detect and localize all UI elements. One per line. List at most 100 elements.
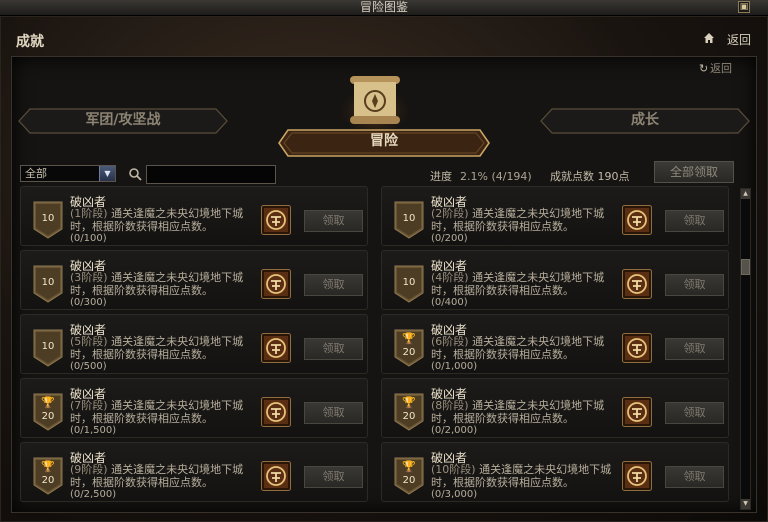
tab-adventure-label: 冒险: [370, 133, 398, 149]
achievement-stage: (8阶段): [431, 399, 469, 412]
claim-button[interactable]: 领取: [304, 338, 363, 360]
points-badge: 🏆 20: [394, 457, 424, 495]
points-badge: 10: [33, 201, 63, 239]
reward-emblem-icon[interactable]: [622, 333, 652, 363]
achievement-description: (7阶段) 通关逢魔之未央幻境地下城时，根据阶数获得相应点数。: [70, 399, 260, 425]
achievement-card: 10 破凶者 (3阶段) 通关逢魔之未央幻境地下城时，根据阶数获得相应点数。 (0/3…: [20, 250, 368, 310]
window-titlebar[interactable]: 冒险图鉴 ▣: [0, 0, 768, 16]
achievement-card: 🏆 20 破凶者 (10阶段) 通关逢魔之未央幻境地下城时，根据阶数获得相应点数。 (0…: [381, 442, 729, 502]
achievement-description: (9阶段) 通关逢魔之未央幻境地下城时，根据阶数获得相应点数。: [70, 463, 260, 489]
reward-emblem-icon[interactable]: [261, 333, 291, 363]
search-icon[interactable]: [128, 167, 142, 181]
achievement-card: 10 破凶者 (4阶段) 通关逢魔之未央幻境地下城时，根据阶数获得相应点数。 (0/4…: [381, 250, 729, 310]
achievement-list: 10 破凶者 (1阶段) 通关逢魔之未央幻境地下城时，根据阶数获得相应点数。 (0/1…: [20, 186, 734, 510]
panel-back-label: 返回: [710, 62, 732, 75]
tab-growth-label: 成长: [631, 112, 659, 128]
points-badge: 🏆 20: [33, 393, 63, 431]
badge-points: 20: [402, 347, 416, 358]
tab-legion-label: 军团/攻坚战: [85, 112, 161, 128]
reward-emblem-icon[interactable]: [261, 269, 291, 299]
achievement-description: (4阶段) 通关逢魔之未央幻境地下城时，根据阶数获得相应点数。: [431, 271, 621, 297]
reward-emblem-icon[interactable]: [622, 269, 652, 299]
claim-button[interactable]: 领取: [665, 210, 724, 232]
achievement-progress: (0/2,000): [431, 425, 478, 436]
achievement-description: (5阶段) 通关逢魔之未央幻境地下城时，根据阶数获得相应点数。: [70, 335, 260, 361]
claim-button[interactable]: 领取: [665, 274, 724, 296]
achievement-card: 10 破凶者 (5阶段) 通关逢魔之未央幻境地下城时，根据阶数获得相应点数。 (0/5…: [20, 314, 368, 374]
achievement-progress: (0/500): [70, 361, 107, 372]
category-filter-value: 全部: [25, 167, 47, 180]
achievement-stage: (3阶段): [70, 271, 108, 284]
badge-points: 10: [402, 213, 416, 224]
achievement-progress: (0/1,500): [70, 425, 117, 436]
header-back-button[interactable]: 返回: [727, 31, 751, 48]
home-icon[interactable]: [703, 32, 715, 44]
window-title: 冒险图鉴: [359, 0, 408, 14]
badge-points: 20: [402, 475, 416, 486]
progress-value: 2.1% (4/194): [460, 170, 532, 183]
reward-emblem-icon[interactable]: [622, 205, 652, 235]
points-badge: 10: [394, 201, 424, 239]
achievement-card: 🏆 20 破凶者 (6阶段) 通关逢魔之未央幻境地下城时，根据阶数获得相应点数。 (0/…: [381, 314, 729, 374]
achievement-stage: (10阶段): [431, 463, 476, 476]
points-badge: 🏆 20: [33, 457, 63, 495]
scroll-up-icon[interactable]: ▲: [741, 189, 750, 199]
achievement-stage: (4阶段): [431, 271, 469, 284]
points-badge: 🏆 20: [394, 329, 424, 367]
achievement-description: (3阶段) 通关逢魔之未央幻境地下城时，根据阶数获得相应点数。: [70, 271, 260, 297]
claim-button[interactable]: 领取: [665, 466, 724, 488]
return-icon: ↻: [699, 62, 709, 75]
achievement-description: (2阶段) 通关逢魔之未央幻境地下城时，根据阶数获得相应点数。: [431, 207, 621, 233]
achievement-card: 10 破凶者 (1阶段) 通关逢魔之未央幻境地下城时，根据阶数获得相应点数。 (0/1…: [20, 186, 368, 246]
trophy-icon: 🏆: [41, 396, 55, 409]
tab-adventure[interactable]: 冒险: [278, 129, 490, 157]
category-filter-select[interactable]: 全部 ▼: [20, 165, 116, 182]
search-input[interactable]: [146, 165, 276, 184]
claim-button[interactable]: 领取: [304, 402, 363, 424]
achievement-stage: (7阶段): [70, 399, 108, 412]
reward-emblem-icon[interactable]: [622, 397, 652, 427]
trophy-icon: 🏆: [41, 460, 55, 473]
points-badge: 🏆 20: [394, 393, 424, 431]
achievement-card: 🏆 20 破凶者 (8阶段) 通关逢魔之未央幻境地下城时，根据阶数获得相应点数。 (0/…: [381, 378, 729, 438]
tab-growth[interactable]: 成长: [540, 108, 750, 134]
panel-back-button[interactable]: ↻ 返回: [699, 60, 732, 76]
scroll-emblem-icon: [339, 76, 411, 132]
achievement-card: 🏆 20 破凶者 (7阶段) 通关逢魔之未央幻境地下城时，根据阶数获得相应点数。 (0/…: [20, 378, 368, 438]
reward-emblem-icon[interactable]: [261, 397, 291, 427]
claim-button[interactable]: 领取: [665, 402, 724, 424]
reward-emblem-icon[interactable]: [261, 461, 291, 491]
badge-points: 10: [41, 341, 55, 352]
list-scrollbar[interactable]: ▲ ▼: [740, 188, 751, 510]
reward-emblem-icon[interactable]: [622, 461, 652, 491]
minimize-icon[interactable]: ▣: [738, 1, 750, 13]
badge-points: 20: [41, 411, 55, 422]
claim-button[interactable]: 领取: [665, 338, 724, 360]
achievement-progress: (0/3,000): [431, 489, 478, 500]
claim-button[interactable]: 领取: [304, 274, 363, 296]
achievement-points: 成就点数 190点: [550, 170, 630, 183]
achievement-stage: (6阶段): [431, 335, 469, 348]
tab-legion[interactable]: 军团/攻坚战: [18, 108, 228, 134]
achievement-progress: (0/400): [431, 297, 468, 308]
badge-points: 10: [41, 277, 55, 288]
badge-points: 10: [41, 213, 55, 224]
scroll-down-icon[interactable]: ▼: [741, 499, 750, 509]
trophy-icon: 🏆: [402, 332, 416, 345]
progress-label: 进度: [430, 170, 452, 183]
chevron-down-icon[interactable]: ▼: [99, 166, 115, 181]
achievement-description: (8阶段) 通关逢魔之未央幻境地下城时，根据阶数获得相应点数。: [431, 399, 621, 425]
reward-emblem-icon[interactable]: [261, 205, 291, 235]
scroll-thumb[interactable]: [741, 259, 750, 275]
achievement-progress: (0/2,500): [70, 489, 117, 500]
page-header: 成就 返回: [0, 16, 768, 56]
achievement-stage: (5阶段): [70, 335, 108, 348]
claim-button[interactable]: 领取: [304, 210, 363, 232]
achievement-description: (1阶段) 通关逢魔之未央幻境地下城时，根据阶数获得相应点数。: [70, 207, 260, 233]
claim-all-button[interactable]: 全部领取: [654, 161, 734, 183]
achievement-progress: (0/1,000): [431, 361, 478, 372]
claim-button[interactable]: 领取: [304, 466, 363, 488]
trophy-icon: 🏆: [402, 396, 416, 409]
achievement-progress: (0/300): [70, 297, 107, 308]
achievement-progress: (0/100): [70, 233, 107, 244]
